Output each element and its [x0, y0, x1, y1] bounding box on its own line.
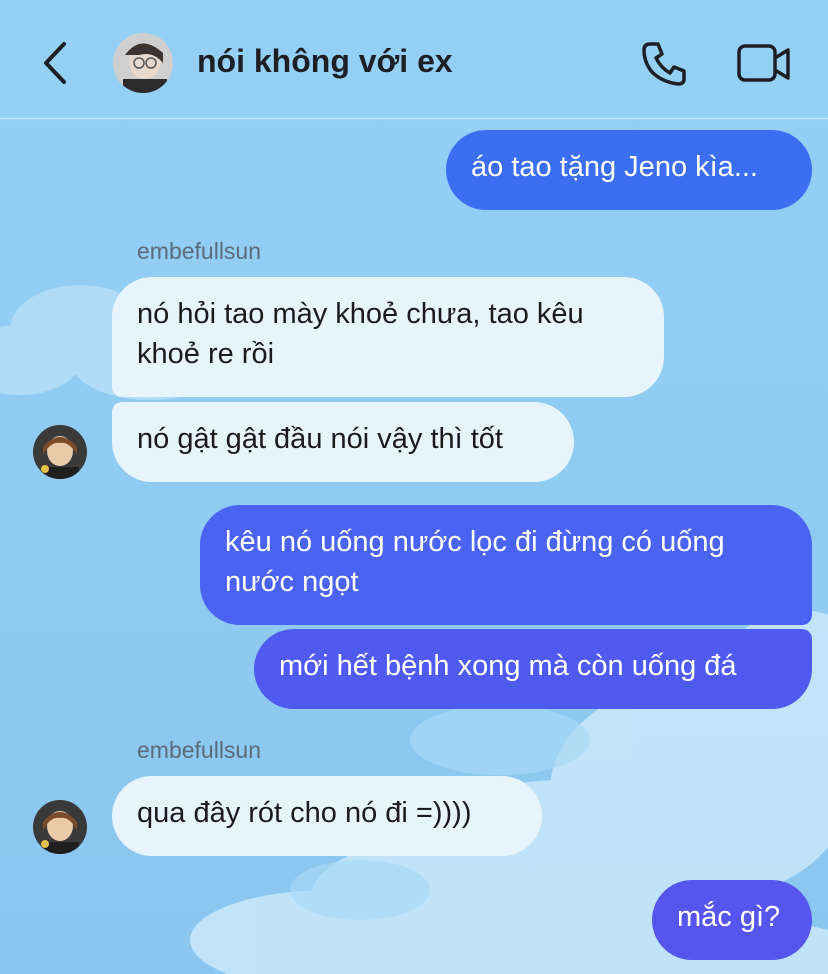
message-text: nó gật gật đầu nói vậy thì tốt	[137, 423, 503, 455]
message-incoming[interactable]: nó gật gật đầu nói vậy thì tốt	[112, 402, 574, 482]
message-text: kêu nó uống nước lọc đi đừng có uống nướ…	[225, 526, 725, 598]
message-text: mới hết bệnh xong mà còn uống đá	[279, 650, 737, 682]
message-outgoing[interactable]: mới hết bệnh xong mà còn uống đá	[254, 629, 812, 709]
sender-name: embefullsun	[137, 238, 262, 264]
message-text: qua đây rót cho nó đi =))))	[137, 797, 472, 829]
message-text: nó hỏi tao mày khoẻ chưa, tao kêu khoẻ r…	[137, 298, 584, 370]
message-incoming[interactable]: qua đây rót cho nó đi =))))	[112, 776, 542, 856]
sender-name: embefullsun	[137, 737, 262, 763]
video-call-button[interactable]	[736, 42, 792, 86]
contact-avatar[interactable]	[113, 33, 173, 93]
message-outgoing[interactable]: kêu nó uống nước lọc đi đừng có uống nướ…	[200, 505, 812, 625]
video-camera-icon	[737, 44, 790, 82]
chat-header: nói không với ex	[0, 0, 828, 119]
chat-title[interactable]: nói không với ex	[197, 43, 453, 80]
message-text: mắc gì?	[677, 901, 781, 933]
sender-avatar[interactable]	[33, 425, 87, 479]
voice-call-button[interactable]	[640, 38, 690, 88]
message-outgoing[interactable]: áo tao tặng Jeno kìa...	[446, 130, 812, 210]
phone-icon	[642, 42, 686, 86]
message-outgoing[interactable]: mắc gì?	[652, 880, 812, 960]
back-button[interactable]	[36, 38, 76, 88]
sender-avatar[interactable]	[33, 800, 87, 854]
chevron-left-icon	[44, 42, 66, 84]
message-incoming[interactable]: nó hỏi tao mày khoẻ chưa, tao kêu khoẻ r…	[112, 277, 664, 397]
message-text: áo tao tặng Jeno kìa...	[471, 151, 758, 183]
